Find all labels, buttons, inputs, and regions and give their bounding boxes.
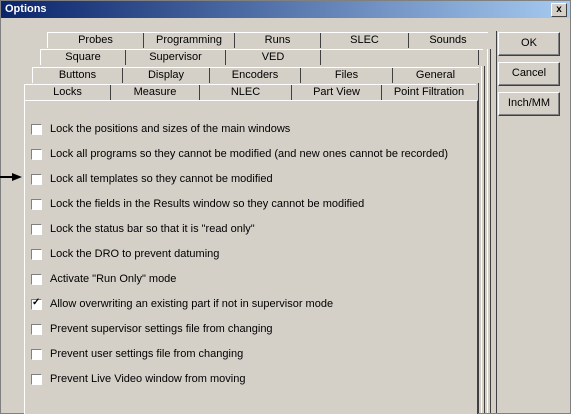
tab-buttons[interactable]: Buttons bbox=[33, 68, 123, 83]
option-label: Lock the DRO to prevent datuming bbox=[50, 248, 220, 260]
tab-square[interactable]: Square bbox=[41, 50, 126, 65]
tab-probes[interactable]: Probes bbox=[48, 33, 144, 48]
options-dialog: Options x Probes Programming Runs SLEC S… bbox=[0, 0, 571, 414]
checkbox[interactable] bbox=[31, 123, 42, 135]
tab-locks[interactable]: Locks bbox=[25, 85, 111, 100]
option-row[interactable]: Lock the status bar so that it is "read … bbox=[31, 222, 255, 236]
option-label: Allow overwriting an existing part if no… bbox=[50, 298, 334, 310]
option-row[interactable]: ✓ Allow overwriting an existing part if … bbox=[31, 297, 333, 311]
option-row[interactable]: Activate "Run Only" mode bbox=[31, 272, 176, 286]
tab-empty[interactable] bbox=[321, 50, 479, 65]
tab-row-3: Buttons Display Encoders Files General bbox=[32, 67, 479, 83]
tab-encoders[interactable]: Encoders bbox=[210, 68, 301, 83]
page-edge bbox=[490, 49, 491, 413]
tab-general[interactable]: General bbox=[393, 68, 478, 83]
option-row[interactable]: Prevent supervisor settings file from ch… bbox=[31, 322, 273, 336]
option-row[interactable]: Lock the positions and sizes of the main… bbox=[31, 122, 290, 136]
checkbox[interactable] bbox=[31, 248, 42, 260]
checkbox[interactable] bbox=[31, 323, 42, 335]
tab-row-4: Locks Measure NLEC Part View Point Filtr… bbox=[24, 84, 476, 100]
option-label: Activate "Run Only" mode bbox=[50, 273, 177, 285]
tab-row-2: Square Supervisor VED bbox=[40, 49, 483, 65]
tab-supervisor[interactable]: Supervisor bbox=[126, 50, 226, 65]
checkbox[interactable] bbox=[31, 148, 42, 160]
check-mark-icon: ✓ bbox=[32, 296, 41, 308]
title-bar: Options x bbox=[1, 1, 570, 18]
option-label: Prevent supervisor settings file from ch… bbox=[50, 323, 273, 335]
ok-button[interactable]: OK bbox=[498, 32, 560, 56]
tab-programming[interactable]: Programming bbox=[144, 33, 235, 48]
checkbox[interactable] bbox=[31, 373, 42, 385]
tab-nlec[interactable]: NLEC bbox=[200, 85, 292, 100]
tab-ved[interactable]: VED bbox=[226, 50, 321, 65]
option-label: Lock the status bar so that it is "read … bbox=[50, 223, 255, 235]
tab-point-filtration[interactable]: Point Filtration bbox=[382, 85, 476, 100]
checkbox[interactable] bbox=[31, 223, 42, 235]
option-label: Lock all templates so they cannot be mod… bbox=[50, 173, 273, 185]
tab-measure[interactable]: Measure bbox=[111, 85, 200, 100]
option-label: Prevent Live Video window from moving bbox=[50, 373, 246, 385]
close-button[interactable]: x bbox=[551, 3, 567, 17]
checkbox[interactable] bbox=[31, 348, 42, 360]
tab-files[interactable]: Files bbox=[301, 68, 393, 83]
page-edge bbox=[484, 66, 485, 413]
checkbox[interactable]: ✓ bbox=[31, 296, 42, 310]
page-edge bbox=[487, 49, 488, 413]
option-row[interactable]: Lock all programs so they cannot be modi… bbox=[31, 147, 448, 161]
tab-display[interactable]: Display bbox=[123, 68, 210, 83]
option-row[interactable]: Lock all templates so they cannot be mod… bbox=[31, 172, 273, 186]
page-edge bbox=[478, 83, 479, 413]
page-edge bbox=[496, 31, 497, 413]
inch-mm-button[interactable]: Inch/MM bbox=[498, 92, 560, 116]
option-row[interactable]: Prevent user settings file from changing bbox=[31, 347, 243, 361]
option-label: Lock the fields in the Results window so… bbox=[50, 198, 365, 210]
option-row[interactable]: Lock the DRO to prevent datuming bbox=[31, 247, 219, 261]
option-label: Lock the positions and sizes of the main… bbox=[50, 123, 291, 135]
checkbox[interactable] bbox=[31, 198, 42, 210]
tab-sounds[interactable]: Sounds bbox=[409, 33, 487, 48]
tab-row-1: Probes Programming Runs SLEC Sounds bbox=[47, 32, 488, 48]
tab-part-view[interactable]: Part View bbox=[292, 85, 382, 100]
option-row[interactable]: Prevent Live Video window from moving bbox=[31, 372, 245, 386]
option-row[interactable]: Lock the fields in the Results window so… bbox=[31, 197, 364, 211]
pointer-arrow-icon bbox=[0, 173, 22, 181]
checkbox[interactable] bbox=[31, 173, 42, 185]
page-edge bbox=[481, 66, 482, 413]
option-label: Prevent user settings file from changing bbox=[50, 348, 244, 360]
checkbox[interactable] bbox=[31, 273, 42, 285]
cancel-button[interactable]: Cancel bbox=[498, 62, 560, 86]
tab-runs[interactable]: Runs bbox=[235, 33, 321, 48]
window-title: Options bbox=[5, 3, 47, 15]
option-label: Lock all programs so they cannot be modi… bbox=[50, 148, 449, 160]
tab-slec[interactable]: SLEC bbox=[321, 33, 409, 48]
